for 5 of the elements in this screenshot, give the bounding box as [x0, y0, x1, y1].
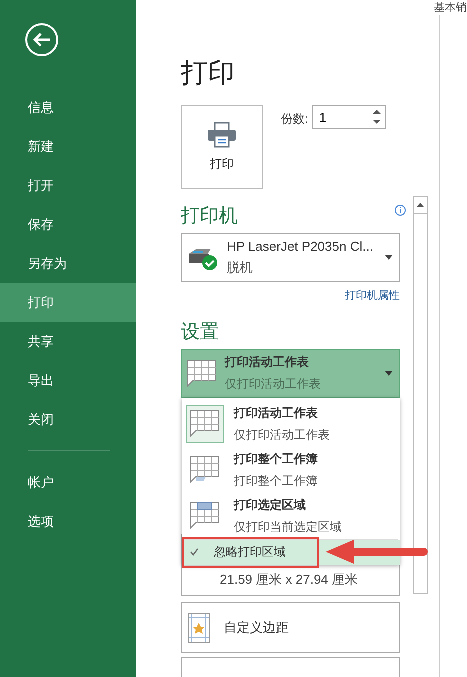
printer-heading: 打印机: [181, 205, 238, 229]
settings-heading: 设置: [181, 321, 220, 345]
copies-label: 份数:: [281, 111, 308, 128]
page-title: 打印: [181, 57, 236, 90]
window-title: 基本销: [434, 1, 467, 15]
